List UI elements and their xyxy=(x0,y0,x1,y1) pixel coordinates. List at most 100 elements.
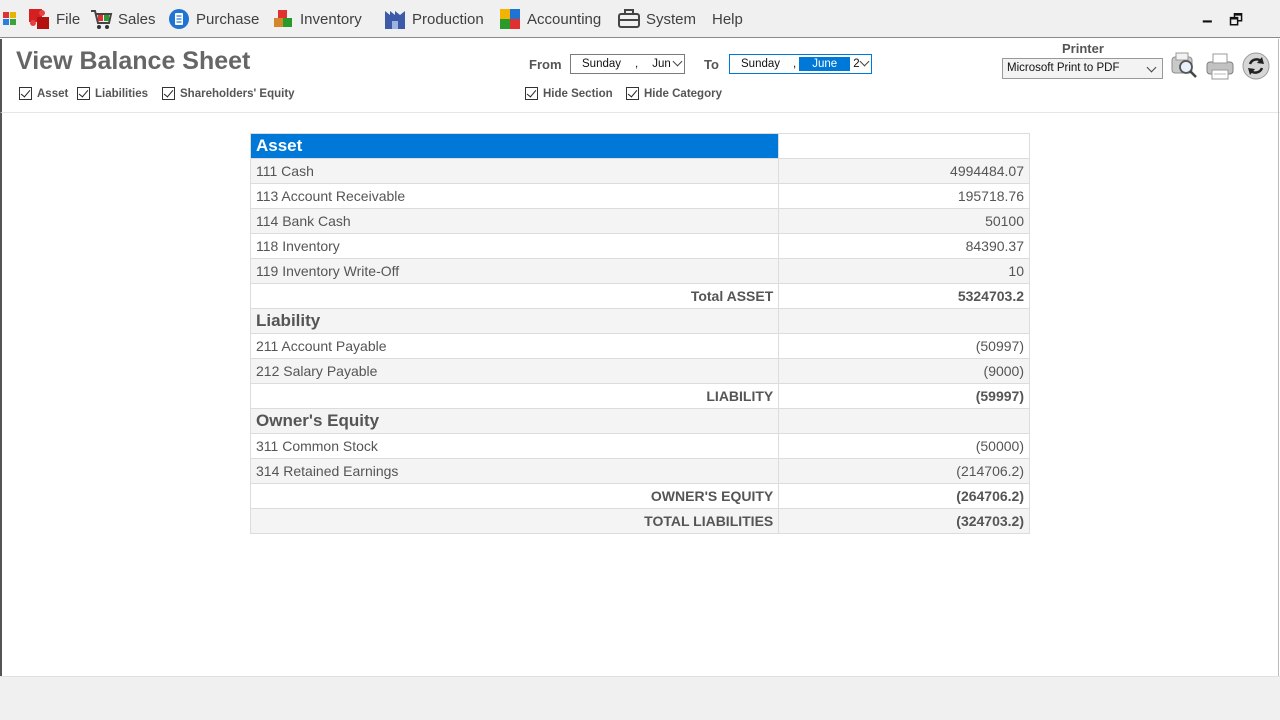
total-value: (264706.2) xyxy=(778,483,1030,509)
menu-bar: File Sales Purchase Inventory Production… xyxy=(0,0,1280,38)
account-name: 118 Inventory xyxy=(249,233,780,259)
to-date-picker[interactable]: Sunday , June 2 xyxy=(729,54,872,74)
grand-total-label: TOTAL LIABILITIES xyxy=(249,508,780,534)
menu-system-label: System xyxy=(646,10,697,28)
checkbox-check-icon xyxy=(626,87,639,100)
hide-section-checkbox[interactable]: Hide Section xyxy=(525,87,613,100)
section-value xyxy=(778,308,1030,334)
file-puzzle-icon xyxy=(29,9,49,29)
table-row[interactable]: 211 Account Payable (50997) xyxy=(249,333,1030,359)
accounting-icon xyxy=(500,9,520,29)
total-row[interactable]: Total ASSET 5324703.2 xyxy=(249,283,1030,309)
menu-help-label: Help xyxy=(712,10,743,28)
chevron-down-icon[interactable] xyxy=(672,56,683,67)
menu-sales[interactable]: Sales xyxy=(89,6,156,32)
table-row[interactable]: 118 Inventory 84390.37 xyxy=(249,233,1030,259)
from-month: Jun xyxy=(652,58,671,70)
boxes-icon xyxy=(274,10,292,27)
liabilities-checkbox[interactable]: Liabilities xyxy=(77,87,148,100)
from-day: Sunday xyxy=(582,58,622,70)
section-title: Asset xyxy=(249,133,780,159)
liabilities-checkbox-label: Liabilities xyxy=(95,87,149,100)
to-month[interactable]: June xyxy=(799,57,851,71)
account-value: (214706.2) xyxy=(778,458,1030,484)
account-value: 10 xyxy=(778,258,1030,284)
menu-purchase-label: Purchase xyxy=(196,10,260,28)
chevron-down-icon xyxy=(1146,62,1157,73)
table-row[interactable]: 311 Common Stock (50000) xyxy=(249,433,1030,459)
system-icon xyxy=(618,9,640,28)
from-sep: , xyxy=(635,58,639,70)
table-row[interactable]: 111 Cash 4994484.07 xyxy=(249,158,1030,184)
account-name: 314 Retained Earnings xyxy=(249,458,780,484)
table-row[interactable]: 212 Salary Payable (9000) xyxy=(249,358,1030,384)
cart-icon xyxy=(91,10,113,29)
section-title: Liability xyxy=(249,308,780,334)
print-preview-icon[interactable] xyxy=(1169,51,1199,81)
hide-category-label: Hide Category xyxy=(644,87,722,100)
chevron-down-icon[interactable] xyxy=(859,56,870,67)
account-value: (50997) xyxy=(778,333,1030,359)
page-title: View Balance Sheet xyxy=(16,47,251,75)
table-row[interactable]: 314 Retained Earnings (214706.2) xyxy=(249,458,1030,484)
table-row[interactable]: 113 Account Receivable 195718.76 xyxy=(249,183,1030,209)
section-header-asset[interactable]: Asset xyxy=(249,133,1030,159)
account-name: 119 Inventory Write-Off xyxy=(249,258,780,284)
menu-production[interactable]: Production xyxy=(383,6,484,32)
restore-button[interactable]: 🗗 xyxy=(1229,10,1243,35)
total-value: (59997) xyxy=(778,383,1030,409)
checkbox-check-icon xyxy=(19,87,32,100)
account-name: 113 Account Receivable xyxy=(249,183,780,209)
menu-production-label: Production xyxy=(412,10,484,28)
menu-inventory-label: Inventory xyxy=(300,10,362,28)
total-row[interactable]: OWNER'S EQUITY (264706.2) xyxy=(249,483,1030,509)
table-row[interactable]: 119 Inventory Write-Off 10 xyxy=(249,258,1030,284)
menu-help[interactable]: Help xyxy=(712,6,743,32)
to-day-num: 2 xyxy=(853,58,860,70)
account-value: 4994484.07 xyxy=(778,158,1030,184)
checkbox-check-icon xyxy=(525,87,538,100)
balance-sheet-table: Asset 111 Cash 4994484.07 113 Account Re… xyxy=(249,133,1030,534)
menu-purchase[interactable]: Purchase xyxy=(167,6,259,32)
total-label: Total ASSET xyxy=(249,283,780,309)
hide-category-checkbox[interactable]: Hide Category xyxy=(626,87,722,100)
purchase-icon xyxy=(169,9,189,29)
from-date-picker[interactable]: Sunday , Jun xyxy=(570,54,685,74)
total-value: 5324703.2 xyxy=(778,283,1030,309)
table-row[interactable]: 114 Bank Cash 50100 xyxy=(249,208,1030,234)
section-value xyxy=(778,408,1030,434)
app-icon[interactable] xyxy=(3,12,16,25)
factory-icon xyxy=(385,11,405,29)
printer-label: Printer xyxy=(1062,41,1104,56)
menu-file[interactable]: File xyxy=(27,6,80,32)
checkbox-check-icon xyxy=(77,87,90,100)
window-border xyxy=(1278,39,1279,676)
checkbox-check-icon xyxy=(162,87,175,100)
menu-system[interactable]: System xyxy=(617,6,696,32)
section-header-equity[interactable]: Owner's Equity xyxy=(249,408,1030,434)
total-label: LIABILITY xyxy=(249,383,780,409)
account-name: 311 Common Stock xyxy=(249,433,780,459)
section-value xyxy=(778,133,1030,159)
account-name: 211 Account Payable xyxy=(249,333,780,359)
menu-accounting[interactable]: Accounting xyxy=(498,6,601,32)
asset-checkbox[interactable]: Asset xyxy=(19,87,68,100)
section-title: Owner's Equity xyxy=(249,408,780,434)
menu-inventory[interactable]: Inventory xyxy=(271,6,362,32)
total-row[interactable]: LIABILITY (59997) xyxy=(249,383,1030,409)
to-sep: , xyxy=(793,58,797,70)
menu-sales-label: Sales xyxy=(118,10,156,28)
account-value: 50100 xyxy=(778,208,1030,234)
section-header-liability[interactable]: Liability xyxy=(249,308,1030,334)
total-label: OWNER'S EQUITY xyxy=(249,483,780,509)
refresh-icon[interactable] xyxy=(1241,51,1271,81)
menu-file-label: File xyxy=(56,10,81,28)
printer-select[interactable]: Microsoft Print to PDF xyxy=(1002,58,1163,79)
equity-checkbox[interactable]: Shareholders' Equity xyxy=(162,87,295,100)
account-value: (9000) xyxy=(778,358,1030,384)
printer-icon[interactable] xyxy=(1205,51,1235,81)
account-value: (50000) xyxy=(778,433,1030,459)
account-name: 212 Salary Payable xyxy=(249,358,780,384)
minimize-button[interactable]: 🗕 xyxy=(1202,10,1213,35)
grand-total-row[interactable]: TOTAL LIABILITIES (324703.2) xyxy=(249,508,1030,534)
